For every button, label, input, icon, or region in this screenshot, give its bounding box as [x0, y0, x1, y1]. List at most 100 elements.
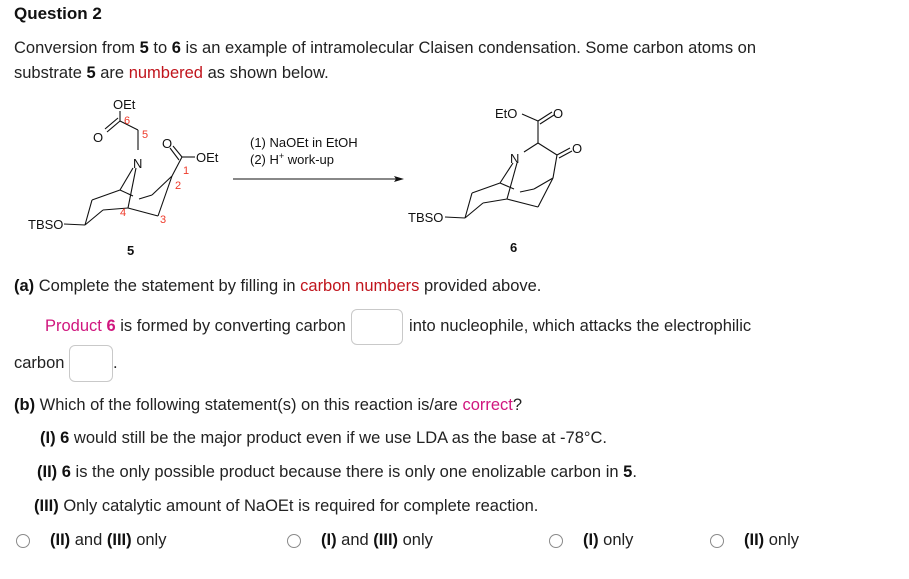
- nitrogen-label: N: [133, 156, 142, 171]
- statement-number: (I): [40, 429, 56, 447]
- bond: [127, 207, 159, 217]
- carbon-number-6: 6: [124, 115, 130, 127]
- reaction-scheme: OEt O N O OEt TBSO 1 2 3 4 5 6 5 (1) NaO…: [28, 97, 582, 258]
- part-a-text: provided above.: [419, 277, 542, 295]
- statement-text: .: [632, 463, 637, 481]
- radio-button[interactable]: [710, 533, 724, 548]
- part-b-label: (b): [14, 396, 36, 414]
- ketone-o-label: O: [572, 141, 582, 156]
- eto-label: EtO: [495, 106, 517, 121]
- carbon-number-3: 3: [160, 214, 166, 226]
- bond: [84, 199, 93, 226]
- option-label: (I) and (III) only: [321, 531, 433, 549]
- numbered-highlight: numbered: [128, 64, 203, 82]
- statement-ii: (II) 6 is the only possible product beca…: [37, 460, 637, 484]
- bond: [499, 162, 514, 184]
- part-a-label: (a): [14, 277, 35, 295]
- bond: [172, 145, 183, 158]
- bond: [537, 111, 553, 122]
- bond: [138, 194, 153, 200]
- option-label: (II) and (III) only: [50, 531, 167, 549]
- bond: [84, 209, 104, 226]
- bond: [464, 192, 473, 219]
- intro-text: as shown below.: [203, 64, 329, 82]
- compound-6-ref: 6: [106, 317, 116, 335]
- carbon-number-5: 5: [142, 129, 148, 141]
- compound-ref: 6: [57, 463, 71, 481]
- intro-text: substrate: [14, 64, 87, 82]
- carbonyl-o-label: O: [93, 130, 103, 145]
- intro-text: are: [95, 64, 129, 82]
- nitrogen-label: N: [510, 151, 519, 166]
- product-6-structure: [444, 111, 573, 219]
- compound-6-ref: 6: [171, 39, 181, 57]
- bond: [104, 117, 119, 130]
- bond: [482, 198, 508, 204]
- substrate-5-structure: [63, 111, 195, 226]
- bond: [539, 114, 555, 125]
- option-i-only[interactable]: (I) only: [549, 531, 633, 550]
- bond: [464, 202, 484, 219]
- oet-label: OEt: [113, 97, 136, 112]
- part-a-prompt: (a) Complete the statement by filling in…: [14, 274, 541, 298]
- compound-label-5: 5: [127, 243, 134, 258]
- compound-5-ref: 5: [139, 39, 149, 57]
- bond: [537, 142, 558, 156]
- tbso-label: TBSO: [28, 217, 63, 232]
- statement-i: (I) 6 would still be the major product e…: [40, 426, 607, 450]
- ester-o-label: O: [553, 106, 563, 121]
- bond: [558, 150, 573, 159]
- bond: [521, 113, 539, 122]
- statement-number: (II): [37, 463, 58, 481]
- bond: [499, 182, 515, 190]
- radio-button[interactable]: [16, 533, 30, 548]
- compound-ref: 6: [55, 429, 70, 447]
- carbon-number-4: 4: [120, 207, 126, 219]
- bond: [106, 120, 121, 133]
- option-ii-only[interactable]: (II) only: [710, 531, 799, 550]
- intro-text: is an example of intramolecular Claisen …: [180, 39, 757, 57]
- part-a-statement-line-2: carbon .: [14, 345, 118, 383]
- statement-text: Only catalytic amount of NaOEt is requir…: [58, 497, 539, 515]
- statement-text: carbon: [14, 354, 65, 372]
- radio-button[interactable]: [287, 533, 301, 548]
- tbso-label: TBSO: [408, 210, 443, 225]
- option-i-and-iii[interactable]: (I) and (III) only: [287, 531, 433, 550]
- compound-ref: 5: [623, 463, 633, 481]
- product-word: Product: [45, 317, 107, 335]
- part-a-statement-line-1: Product 6 is formed by converting carbon…: [45, 308, 751, 345]
- carbonyl-o-label: O: [162, 136, 172, 151]
- statement-number: (III): [34, 497, 59, 515]
- compound-label-6: 6: [510, 240, 517, 255]
- option-label: (II) only: [744, 531, 800, 549]
- bond: [523, 142, 539, 153]
- bond: [119, 167, 134, 191]
- option-label: (I) only: [583, 531, 634, 549]
- condition-step-2: (2) H+ work-up: [250, 151, 334, 167]
- electrophilic-carbon-blank[interactable]: [69, 345, 114, 383]
- nucleophile-carbon-blank[interactable]: [351, 308, 404, 345]
- intro-text: to: [148, 39, 172, 57]
- bond: [506, 198, 539, 208]
- option-ii-and-iii[interactable]: (II) and (III) only: [16, 531, 166, 550]
- radio-button[interactable]: [549, 533, 563, 548]
- correct-highlight: correct: [462, 396, 513, 414]
- statement-text: would still be the major product even if…: [69, 429, 607, 447]
- statement-iii: (III) Only catalytic amount of NaOEt is …: [34, 494, 538, 518]
- bond: [91, 189, 121, 201]
- intro-text: Conversion from: [14, 39, 140, 57]
- statement-period: .: [113, 354, 118, 372]
- intro-line-2: substrate 5 are numbered as shown below.: [14, 61, 329, 85]
- bond: [444, 216, 466, 219]
- statement-text: into nucleophile, which attacks the elec…: [409, 317, 752, 335]
- carbon-number-2: 2: [175, 180, 181, 192]
- carbon-numbers-highlight: carbon numbers: [300, 277, 420, 295]
- bond: [519, 188, 535, 193]
- bond: [63, 223, 86, 226]
- oet-label: OEt: [196, 150, 219, 165]
- part-b-prompt: (b) Which of the following statement(s) …: [14, 393, 522, 417]
- intro-line-1: Conversion from 5 to 6 is an example of …: [14, 36, 756, 60]
- bond: [556, 147, 571, 156]
- statement-text: is formed by converting carbon: [115, 317, 346, 335]
- part-b-text: ?: [512, 396, 523, 414]
